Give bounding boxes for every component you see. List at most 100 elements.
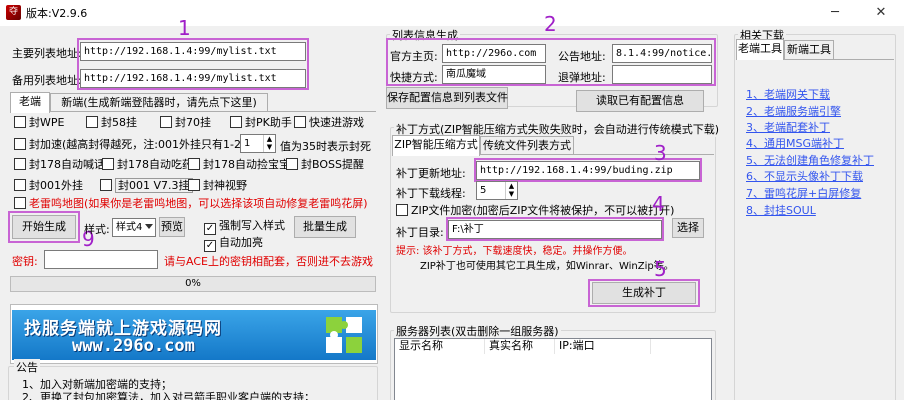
spin-up-icon[interactable]: ▲ <box>264 135 275 143</box>
spin-down-icon[interactable]: ▼ <box>264 143 275 151</box>
check-001-v73[interactable]: 封001 V7.3挂 <box>100 178 193 195</box>
check-label: 快速进游戏 <box>309 116 364 129</box>
progress-text: 0% <box>185 278 201 289</box>
check-label: 封70挂 <box>175 116 211 129</box>
read-config-button[interactable]: 读取已有配置信息 <box>576 90 704 112</box>
check-178-pickup[interactable]: 封178自动捡宝宝 <box>188 158 290 174</box>
close-button[interactable]: ✕ <box>858 0 904 26</box>
key-input[interactable] <box>44 250 158 269</box>
link-old-gateway[interactable]: 1、老端网关下载 <box>746 86 830 102</box>
check-label: 强制写入样式 <box>219 219 285 232</box>
annotation-box-3 <box>474 158 702 182</box>
puzzle-logo-icon <box>326 317 362 353</box>
annotation-number-3: 3 <box>654 141 667 165</box>
checkbox-icon <box>160 116 172 128</box>
check-label: 封58挂 <box>101 116 137 129</box>
patch-tip: 提示: 该补丁方式，下载速度快，稳定。并操作方便。 <box>396 246 633 257</box>
check-label: 自动加亮 <box>219 236 263 249</box>
column-real-name[interactable]: 真实名称 <box>485 339 555 354</box>
check-label: 封001 V7.3挂 <box>115 178 193 193</box>
check-label: 封178自动吃药 <box>117 158 193 171</box>
annotation-number-1: 1 <box>178 16 191 40</box>
check-label: ZIP文件加密(加密后ZIP文件将被保护，不可以被打开) <box>411 204 675 217</box>
check-178-shout[interactable]: 封178自动喊话 <box>14 158 105 174</box>
check-178-potion[interactable]: 封178自动吃药 <box>102 158 193 174</box>
patch-tip-2: ZIP补丁也可使用其它工具生成，如Winrar、WinZip等。 <box>420 261 674 272</box>
link-old-patch[interactable]: 3、老端配套补丁 <box>746 119 830 135</box>
tab-old-client[interactable]: 老端 <box>10 92 50 113</box>
check-label: 封WPE <box>29 116 65 129</box>
link-role-fix-patch[interactable]: 5、无法创建角色修复补丁 <box>746 152 874 168</box>
check-label: 封178自动捡宝宝 <box>203 158 290 171</box>
title-bar[interactable]: 夺 版本:V2.9.6 ─ ✕ <box>0 0 904 26</box>
checkbox-icon <box>14 158 26 170</box>
link-block-soul[interactable]: 8、封挂SOUL <box>746 202 816 218</box>
check-block-58[interactable]: 封58挂 <box>86 116 137 132</box>
checkbox-icon: ✓ <box>204 240 216 252</box>
checkbox-icon <box>14 179 26 191</box>
threads-label: 补丁下载线程: <box>396 187 466 200</box>
link-msg-patch[interactable]: 4、通用MSG端补丁 <box>746 135 844 151</box>
link-thunder-fix[interactable]: 7、雷鸣花屏+白屏修复 <box>746 185 861 201</box>
annotation-box-5 <box>588 279 700 307</box>
annotation-number-2: 2 <box>544 12 557 36</box>
app-window: 夺 版本:V2.9.6 ─ ✕ 主要列表地址: http://192.168.1… <box>0 0 904 400</box>
checkbox-icon <box>14 197 26 209</box>
style-select[interactable]: 样式4 <box>112 218 156 237</box>
speed-spin-arrows[interactable]: ▲ ▼ <box>263 135 275 152</box>
threads-spin-arrows[interactable]: ▲ ▼ <box>505 182 517 199</box>
checkbox-icon <box>100 179 112 191</box>
annotation-box-4 <box>446 217 664 241</box>
column-display-name[interactable]: 显示名称 <box>395 339 485 354</box>
annotation-number-4: 4 <box>652 192 665 216</box>
tab-new-client[interactable]: 新端(生成新端登陆器时，请先点下这里) <box>50 93 268 112</box>
annotation-box-2 <box>386 38 716 86</box>
batch-generate-button[interactable]: 批量生成 <box>294 216 356 238</box>
checkbox-icon <box>396 204 408 216</box>
style-label: 样式: <box>84 223 110 236</box>
check-block-wpe[interactable]: 封WPE <box>14 116 64 132</box>
checkbox-icon <box>86 116 98 128</box>
banner-url: www.296o.com <box>72 336 195 356</box>
annotation-number-5: 5 <box>654 257 667 281</box>
threads-value: 5 <box>480 185 487 196</box>
link-no-avatar-patch[interactable]: 6、不显示头像补丁下载 <box>746 168 863 184</box>
minimize-button[interactable]: ─ <box>812 0 858 26</box>
notice-title: 公告 <box>14 359 40 375</box>
check-label: 封PK助手 <box>245 116 292 129</box>
checkbox-icon <box>230 116 242 128</box>
preview-button[interactable]: 预览 <box>159 217 185 237</box>
spin-up-icon[interactable]: ▲ <box>506 182 517 190</box>
check-label: 封001外挂 <box>29 179 83 192</box>
tab-traditional-mode[interactable]: 传统文件列表方式 <box>480 136 574 155</box>
key-label: 密钥: <box>12 255 38 268</box>
server-list-title: 服务器列表(双击删除一组服务器) <box>394 323 561 339</box>
ad-banner[interactable]: 找服务端就上游戏源码网 www.296o.com <box>12 310 376 360</box>
check-block-70[interactable]: 封70挂 <box>160 116 211 132</box>
check-label: 封BOSS提醒 <box>301 158 364 171</box>
select-dir-button[interactable]: 选择 <box>672 218 704 238</box>
link-old-server-engine[interactable]: 2、老端服务端引擎 <box>746 103 841 119</box>
tab-zip-mode[interactable]: ZIP智能压缩方式 <box>392 135 480 156</box>
checkbox-icon <box>14 116 26 128</box>
patch-url-label: 补丁更新地址: <box>396 167 466 180</box>
tab-old-tools[interactable]: 老端工具 <box>736 39 784 60</box>
check-boss-alert[interactable]: 封BOSS提醒 <box>286 158 364 174</box>
tab-new-tools[interactable]: 新端工具 <box>784 40 834 59</box>
check-block-speed[interactable]: 封加速(越高封得越死，注:001外挂只有1-20值) <box>14 138 263 154</box>
check-001[interactable]: 封001外挂 <box>14 179 83 195</box>
patch-dir-label: 补丁目录: <box>396 226 444 239</box>
check-block-pk[interactable]: 封PK助手 <box>230 116 292 132</box>
column-ip-port[interactable]: IP:端口 <box>555 339 651 354</box>
save-config-button[interactable]: 保存配置信息到列表文件 <box>386 87 508 109</box>
check-force-write[interactable]: ✓ 强制写入样式 <box>204 219 285 235</box>
check-quick-enter[interactable]: 快速进游戏 <box>294 116 364 132</box>
check-god-view[interactable]: 封神视野 <box>188 179 247 195</box>
speed-hint: 值为35时表示封死 <box>280 140 371 153</box>
check-label: 老雷鸣地图(如果你是老雷鸣地图，可以选择该项自动修复老雷鸣花屏) <box>29 197 368 210</box>
spin-down-icon[interactable]: ▼ <box>506 190 517 198</box>
main-list-label: 主要列表地址: <box>12 47 82 60</box>
style-value: 样式4 <box>116 222 143 233</box>
check-auto-light[interactable]: ✓ 自动加亮 <box>204 236 263 252</box>
checkbox-icon <box>102 158 114 170</box>
